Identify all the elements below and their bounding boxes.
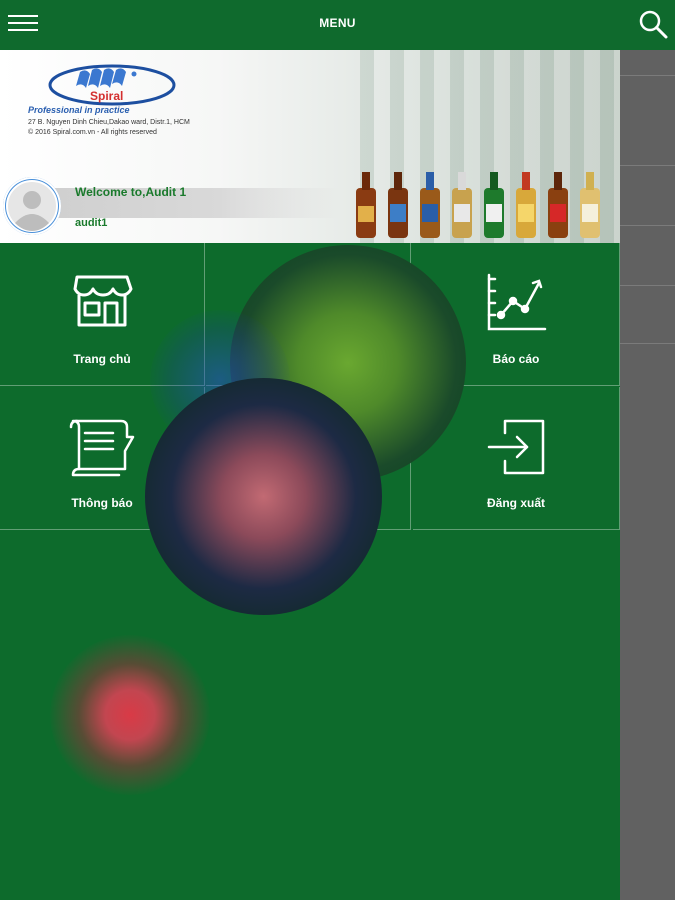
- line-chart-icon: [487, 273, 547, 331]
- welcome-text: Welcome to,Audit 1: [75, 185, 187, 199]
- menu-item-tools[interactable]: Công cụ: [206, 387, 411, 530]
- search-icon[interactable]: [637, 8, 669, 40]
- menu-item-label: Trang chủ: [73, 352, 131, 366]
- background-content-panel[interactable]: [620, 50, 675, 900]
- navigation-drawer: Spiral Professional in practice 27 B. Ng…: [0, 50, 620, 900]
- spiral-logo: Spiral: [48, 64, 176, 106]
- store-icon: [73, 275, 133, 327]
- logout-icon: [487, 419, 545, 475]
- username-text: audit1: [75, 217, 108, 229]
- menu-item-send-report[interactable]: Gửi báo cáo: [206, 243, 411, 386]
- product-bottles-image: [356, 172, 600, 238]
- document-gear-icon: [281, 417, 339, 477]
- menu-item-report[interactable]: Báo cáo: [413, 243, 620, 386]
- scroll-icon: [69, 419, 135, 477]
- menu-item-label: Công cụ: [284, 496, 332, 510]
- user-avatar-icon: [6, 180, 58, 232]
- menu-grid: Trang chủ Gửi báo cáo Báo cáo Thông báo …: [0, 243, 620, 531]
- menu-item-label: Báo cáo: [492, 352, 540, 366]
- top-app-bar: MENU: [0, 0, 675, 50]
- drawer-header: Spiral Professional in practice 27 B. Ng…: [0, 50, 620, 243]
- company-address: 27 B. Nguyen Dinh Chieu,Dakao ward, Dist…: [28, 119, 190, 136]
- menu-item-logout[interactable]: Đăng xuất: [413, 387, 620, 530]
- svg-text:Spiral: Spiral: [90, 89, 123, 103]
- menu-item-label: Thông báo: [71, 496, 133, 510]
- menu-item-label: Gửi báo cáo: [272, 352, 344, 366]
- menu-item-label: Đăng xuất: [486, 496, 545, 510]
- cloud-upload-icon: [276, 277, 339, 331]
- menu-item-home[interactable]: Trang chủ: [0, 243, 205, 386]
- slogan-text: Professional in practice: [28, 105, 130, 115]
- menu-item-notifications[interactable]: Thông báo: [0, 387, 205, 530]
- user-avatar[interactable]: [3, 177, 61, 235]
- page-title: MENU: [319, 16, 356, 30]
